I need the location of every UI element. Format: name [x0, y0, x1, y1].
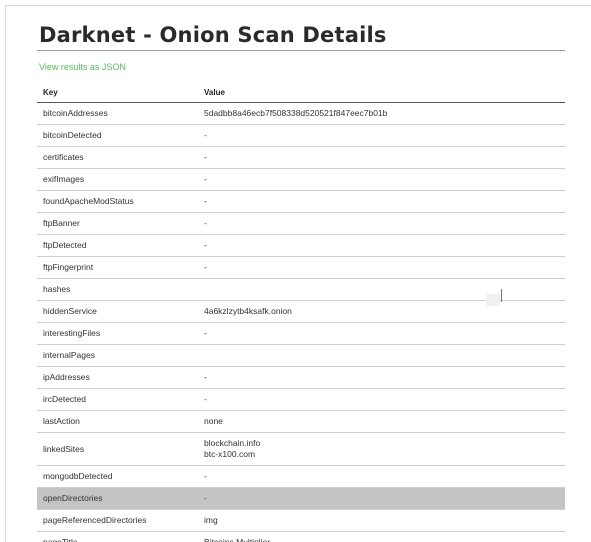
row-key-cell: interestingFiles — [37, 322, 198, 345]
row-key-cell: foundApacheModStatus — [37, 190, 198, 213]
row-key-cell: hashes — [37, 278, 198, 301]
row-value-text: none — [204, 416, 223, 426]
scan-details-table: Key Value bitcoinAddresses 5dadbb8a46ecb7… — [37, 82, 565, 542]
view-json-link[interactable]: View results as JSON — [39, 62, 126, 72]
key-column-header: Key — [37, 82, 198, 103]
row-value-cell: - — [198, 465, 565, 488]
row-value-text: - — [204, 328, 207, 338]
row-value-text: - — [204, 493, 207, 503]
table-row: ftpBanner - — [37, 212, 565, 235]
row-value-cell: - — [198, 322, 565, 345]
table-row: mongodbDetected - — [37, 465, 565, 488]
row-key-cell: linkedSites — [37, 432, 198, 466]
row-key-cell: lastAction — [37, 410, 198, 433]
row-value-cell: - — [198, 146, 565, 169]
row-value-text: btc-x100.com — [204, 449, 256, 459]
text-cursor — [501, 289, 502, 302]
row-value-cell: 5dadbb8a46ecb7f508338d520521f847eec7b01b — [198, 102, 565, 125]
row-key-cell: certificates — [37, 146, 198, 169]
row-value-cell: 4a6kzlzytb4ksafk.onion — [198, 300, 565, 323]
row-key-cell: pageTitle — [37, 531, 198, 542]
table-body: bitcoinAddresses 5dadbb8a46ecb7f508338d52… — [37, 102, 565, 542]
table-row: exifImages - — [37, 168, 565, 191]
row-value-cell: blockchain.info btc-x100.com — [198, 432, 565, 466]
row-value-cell: - — [198, 256, 565, 279]
row-value-cell — [198, 344, 565, 367]
table-row: linkedSites blockchain.info btc-x100.com — [37, 432, 565, 466]
hashes-value-box — [486, 294, 500, 306]
row-value-cell: - — [198, 190, 565, 213]
row-key-cell: openDirectories — [37, 487, 198, 510]
row-value-cell: - — [198, 366, 565, 389]
row-value-cell: img — [198, 509, 565, 532]
table-row: foundApacheModStatus - — [37, 190, 565, 213]
row-key-cell: ftpBanner — [37, 212, 198, 235]
table-row: pageTitle Bitcoins Multiplier — [37, 531, 565, 542]
row-value-text: - — [204, 394, 207, 404]
table-row: lastAction none — [37, 410, 565, 433]
table-row: ircDetected - — [37, 388, 565, 411]
row-value-text: Bitcoins Multiplier — [204, 537, 271, 542]
row-value-text: img — [204, 515, 218, 525]
row-key-cell: pageReferencedDirectories — [37, 509, 198, 532]
row-value-text: - — [204, 218, 207, 228]
page-frame: Darknet - Onion Scan Details View result… — [5, 5, 591, 542]
row-value-text: - — [204, 152, 207, 162]
row-value-cell: - — [198, 487, 565, 510]
row-key-cell: ipAddresses — [37, 366, 198, 389]
row-value-cell: - — [198, 388, 565, 411]
title-divider — [37, 50, 565, 51]
row-key-cell: internalPages — [37, 344, 198, 367]
table-row: ftpFingerprint - — [37, 256, 565, 279]
row-key-cell: bitcoinAddresses — [37, 102, 198, 125]
row-key-cell: ftpFingerprint — [37, 256, 198, 279]
row-key-cell: ircDetected — [37, 388, 198, 411]
table-header-row: Key Value — [37, 82, 565, 103]
row-value-text: 5dadbb8a46ecb7f508338d520521f847eec7b01b — [204, 108, 388, 118]
row-value-cell: - — [198, 168, 565, 191]
table-row: bitcoinDetected - — [37, 124, 565, 147]
page-title: Darknet - Onion Scan Details — [39, 23, 387, 47]
table-row: pageReferencedDirectories img — [37, 509, 565, 532]
row-value-text: - — [204, 372, 207, 382]
table-row: openDirectories - — [37, 487, 565, 510]
row-value-text: 4a6kzlzytb4ksafk.onion — [204, 306, 292, 316]
table-row: certificates - — [37, 146, 565, 169]
row-key-cell: ftpDetected — [37, 234, 198, 257]
value-column-header: Value — [198, 82, 565, 103]
row-value-text: - — [204, 262, 207, 272]
row-value-cell: - — [198, 212, 565, 235]
row-value-text: - — [204, 174, 207, 184]
table-row: internalPages — [37, 344, 565, 367]
table-row: ftpDetected - — [37, 234, 565, 257]
row-value-cell: - — [198, 124, 565, 147]
row-value-cell: none — [198, 410, 565, 433]
row-value-cell — [198, 278, 565, 301]
row-value-text: blockchain.info — [204, 438, 261, 448]
row-value-text: - — [204, 130, 207, 140]
table-row: ipAddresses - — [37, 366, 565, 389]
row-value-cell: - — [198, 234, 565, 257]
row-key-cell: bitcoinDetected — [37, 124, 198, 147]
row-value-cell: Bitcoins Multiplier — [198, 531, 565, 542]
table-row: bitcoinAddresses 5dadbb8a46ecb7f508338d52… — [37, 102, 565, 125]
row-key-cell: hiddenService — [37, 300, 198, 323]
row-key-cell: mongodbDetected — [37, 465, 198, 488]
row-value-text: - — [204, 196, 207, 206]
row-value-text: - — [204, 240, 207, 250]
table-row: interestingFiles - — [37, 322, 565, 345]
row-value-text: - — [204, 471, 207, 481]
row-key-cell: exifImages — [37, 168, 198, 191]
